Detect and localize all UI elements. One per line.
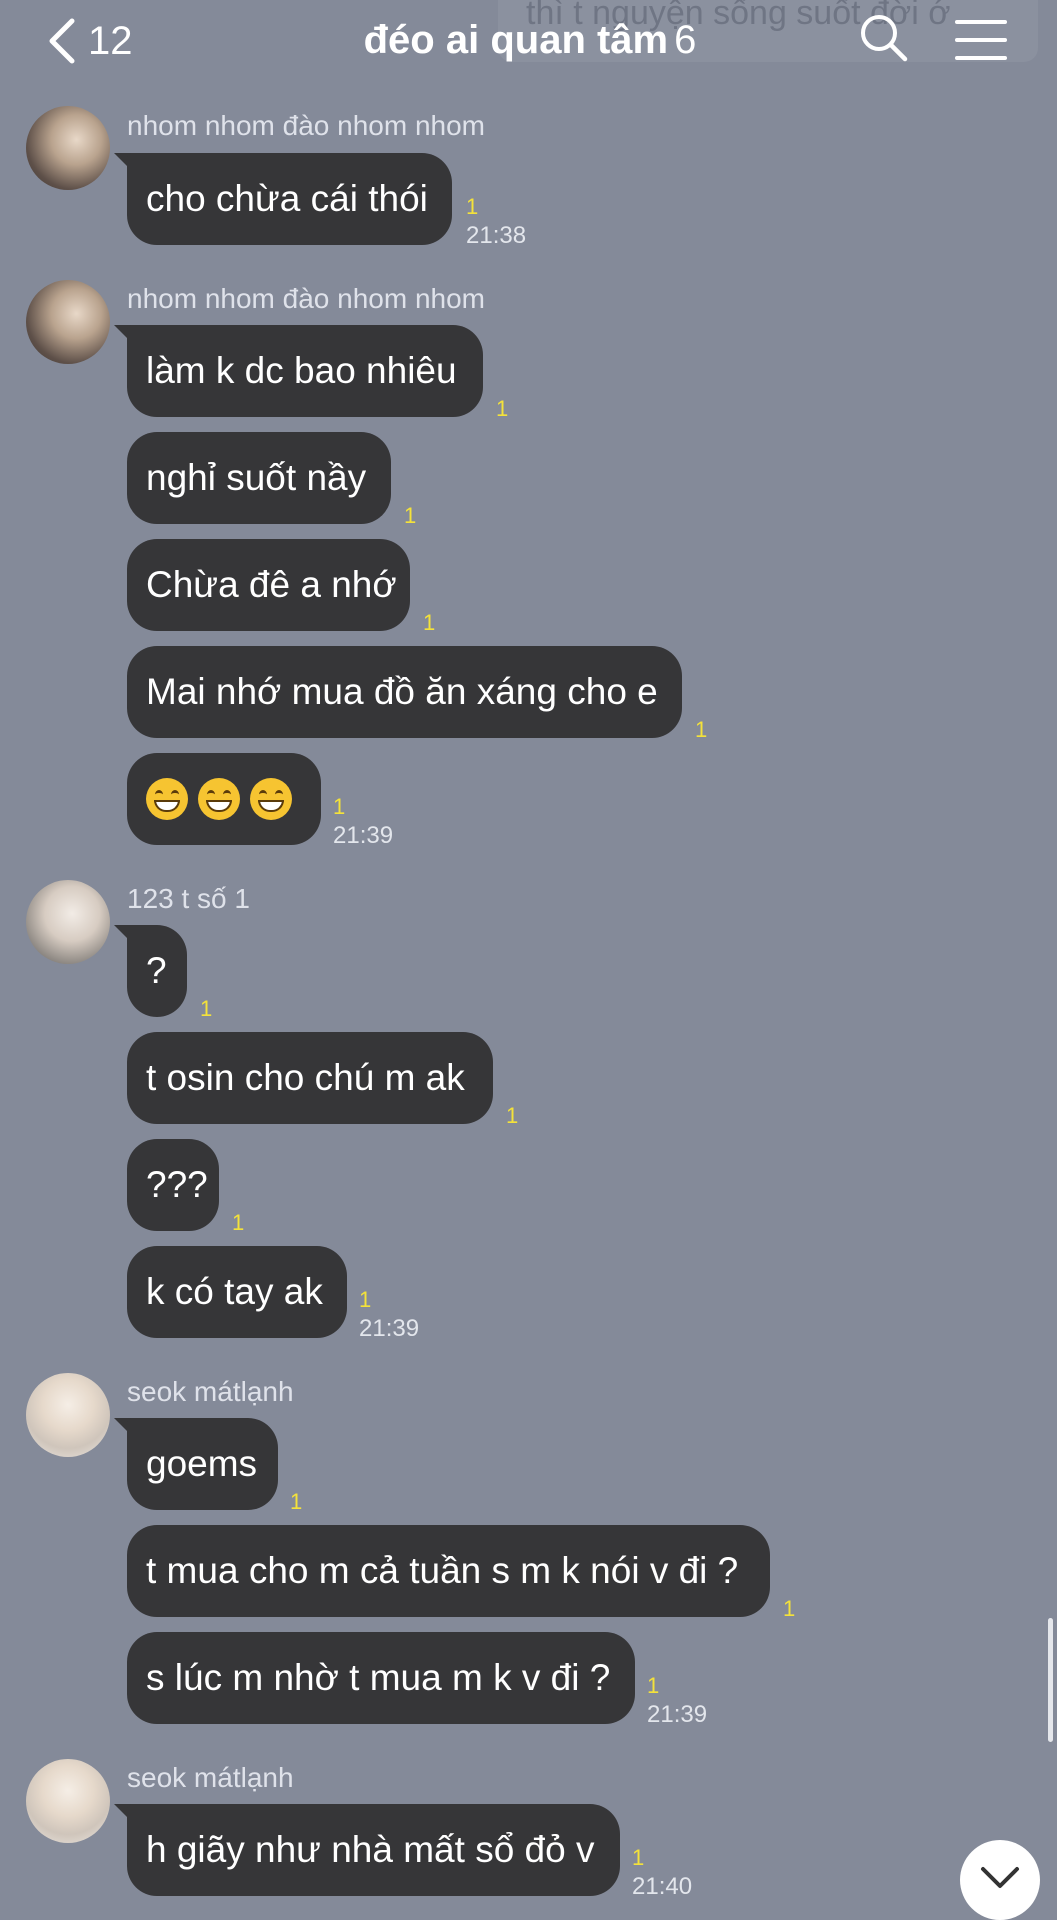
message-bubble[interactable]: ??? xyxy=(127,1139,219,1231)
read-count: 1 xyxy=(200,996,213,1021)
unread-count: 12 xyxy=(88,18,133,63)
sender-name: seok mátlạnh xyxy=(127,1762,294,1793)
message-bubble[interactable]: goems xyxy=(127,1418,278,1510)
sender-name: nhom nhom đào nhom nhom xyxy=(127,110,485,141)
emoji-message-bubble[interactable] xyxy=(127,753,321,845)
search-icon xyxy=(861,15,908,62)
message-time: 21:40 xyxy=(632,1873,693,1900)
message-text: Mai nhớ mua đồ ăn xáng cho e xyxy=(146,671,658,712)
message-text: s lúc m nhờ t mua m k v đi ? xyxy=(146,1657,611,1698)
message-text: t osin cho chú m ak xyxy=(146,1057,465,1098)
message-bubble[interactable]: cho chừa cái thói xyxy=(127,153,452,245)
message-text: ??? xyxy=(146,1164,208,1205)
scroll-to-bottom-button[interactable] xyxy=(960,1840,1040,1920)
avatar[interactable] xyxy=(26,1373,110,1457)
avatar[interactable] xyxy=(26,280,110,364)
read-count: 1 xyxy=(466,194,479,219)
message-text: goems xyxy=(146,1443,258,1484)
message-text: k có tay ak xyxy=(146,1271,323,1312)
read-count: 1 xyxy=(333,794,346,819)
chevron-left-icon xyxy=(49,18,75,64)
grinning-face-emoji xyxy=(250,778,292,820)
read-count: 1 xyxy=(232,1210,245,1235)
message-text: nghỉ suốt nầy xyxy=(146,457,367,498)
message-time: 21:39 xyxy=(647,1701,708,1728)
avatar[interactable] xyxy=(26,1759,110,1843)
read-count: 1 xyxy=(632,1845,645,1870)
message-bubble[interactable]: t mua cho m cả tuần s m k nói v đi ? xyxy=(127,1525,770,1617)
message-bubble[interactable]: nghỉ suốt nầy xyxy=(127,432,391,524)
read-count: 1 xyxy=(647,1673,660,1698)
message-bubble[interactable]: Mai nhớ mua đồ ăn xáng cho e xyxy=(127,646,682,738)
message-bubble[interactable]: s lúc m nhờ t mua m k v đi ? xyxy=(127,1632,635,1724)
read-count: 1 xyxy=(783,1596,796,1621)
read-count: 1 xyxy=(423,610,436,635)
read-count: 1 xyxy=(404,503,417,528)
chat-title: đéo ai quan tâm 6 xyxy=(230,18,830,63)
scrollbar[interactable] xyxy=(1048,1618,1053,1742)
grinning-face-emoji xyxy=(198,778,240,820)
grinning-face-emoji xyxy=(146,778,188,820)
read-count: 1 xyxy=(695,717,708,742)
menu-button[interactable] xyxy=(955,18,1007,62)
avatar[interactable] xyxy=(26,880,110,964)
message-bubble[interactable]: Chừa đê a nhớ xyxy=(127,539,410,631)
message-text: h giãy như nhà mất sổ đỏ v xyxy=(146,1829,595,1870)
message-text: ? xyxy=(146,950,167,991)
member-count: 6 xyxy=(674,18,697,62)
message-bubble[interactable]: h giãy như nhà mất sổ đỏ v xyxy=(127,1804,620,1896)
read-count: 1 xyxy=(506,1103,519,1128)
message-text: làm k dc bao nhiêu xyxy=(146,350,457,391)
back-button[interactable]: 12 xyxy=(46,16,196,66)
message-time: 21:38 xyxy=(466,222,527,249)
message-time: 21:39 xyxy=(333,822,394,849)
chat-title-text: đéo ai quan tâm xyxy=(363,18,669,62)
message-bubble[interactable]: t osin cho chú m ak xyxy=(127,1032,493,1124)
chat-header: thì t nguyện sống suốt đời ớ 12 đéo ai q… xyxy=(0,0,1057,84)
message-text: t mua cho m cả tuần s m k nói v đi ? xyxy=(146,1550,739,1591)
message-bubble[interactable]: k có tay ak xyxy=(127,1246,347,1338)
chevron-down-icon xyxy=(981,1867,1019,1888)
message-time: 21:39 xyxy=(359,1315,420,1342)
sender-name: 123 t số 1 xyxy=(127,883,250,914)
read-count: 1 xyxy=(290,1489,303,1514)
hamburger-menu-icon xyxy=(955,20,1007,60)
message-text: Chừa đê a nhớ xyxy=(146,564,397,605)
search-button[interactable] xyxy=(858,12,910,64)
message-bubble[interactable]: làm k dc bao nhiêu xyxy=(127,325,483,417)
message-text: cho chừa cái thói xyxy=(146,178,428,219)
sender-name: seok mátlạnh xyxy=(127,1376,294,1407)
avatar[interactable] xyxy=(26,106,110,190)
read-count: 1 xyxy=(496,396,509,421)
sender-name: nhom nhom đào nhom nhom xyxy=(127,283,485,314)
read-count: 1 xyxy=(359,1287,372,1312)
message-bubble[interactable]: ? xyxy=(127,925,187,1017)
